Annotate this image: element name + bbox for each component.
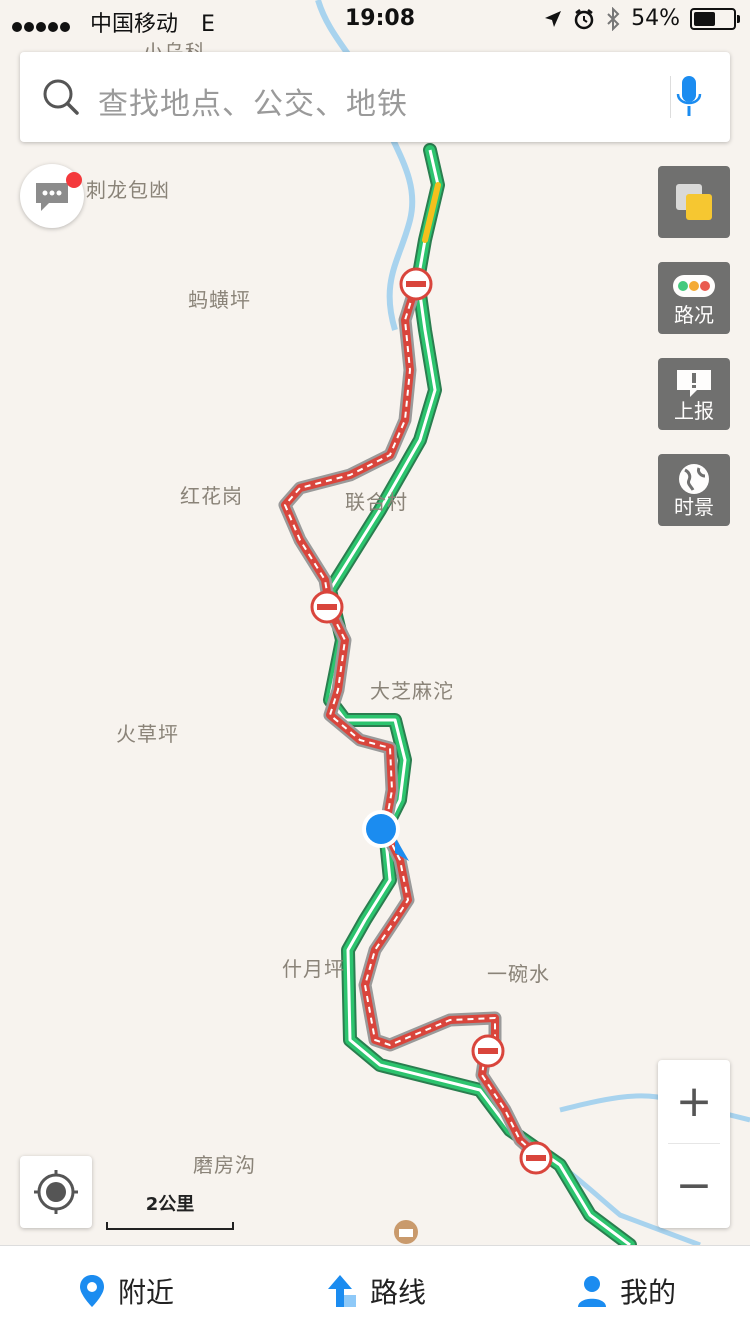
layers-button[interactable] (658, 166, 730, 238)
poi-icon (394, 1220, 418, 1244)
closure-marker (519, 1141, 553, 1175)
signal-icon (12, 13, 72, 38)
battery-icon (690, 7, 740, 30)
carrier-name: 中国移动 (90, 12, 179, 37)
location-arrow-icon (545, 10, 562, 27)
scale-bar (106, 1222, 234, 1230)
timeview-button[interactable]: 时景 (658, 454, 730, 526)
closure-marker (471, 1034, 505, 1068)
place-label: 磨房沟 (193, 1153, 256, 1177)
map-pin-icon (80, 1274, 104, 1307)
zoom-control: + − (658, 1060, 730, 1228)
tab-mine[interactable]: 我的 (576, 1246, 676, 1335)
map-view[interactable]: 小乌科 刺龙包凼 蚂蟥坪 红花岗 联合村 大芝麻沱 火草坪 什月坪 一碗水 磨房… (0, 0, 750, 1245)
report-icon (677, 370, 711, 397)
tab-nearby[interactable]: 附近 (78, 1246, 174, 1335)
zoom-in-button[interactable]: + (658, 1060, 730, 1144)
message-button[interactable] (20, 164, 84, 228)
locate-button[interactable] (20, 1156, 92, 1228)
bluetooth-icon (607, 6, 620, 31)
search-bar[interactable]: 查找地点、公交、地铁 (20, 52, 730, 142)
layers-icon (676, 184, 712, 220)
status-bar: 中国移动 E 19:08 54% (0, 0, 750, 40)
tab-mine-label: 我的 (620, 1275, 677, 1309)
place-label: 火草坪 (116, 722, 179, 746)
user-icon (578, 1275, 606, 1307)
place-label: 红花岗 (180, 484, 243, 508)
closure-marker (399, 267, 433, 301)
place-label: 刺龙包凼 (86, 178, 170, 202)
network-type: E (201, 12, 215, 37)
map-scale: 2公里 (106, 1190, 234, 1230)
report-label: 上报 (674, 399, 714, 423)
tab-nearby-label: 附近 (118, 1275, 175, 1309)
search-input[interactable]: 查找地点、公交、地铁 (98, 79, 408, 123)
status-time: 19:08 (345, 6, 416, 31)
alarm-icon (574, 8, 594, 29)
route-arrow-icon (328, 1274, 356, 1307)
traffic-button[interactable]: 路况 (658, 262, 730, 334)
bottom-tab-bar: 附近 路线 我的 (0, 1245, 750, 1335)
crosshair-icon (34, 1170, 78, 1214)
closed-road (278, 275, 547, 1165)
scale-label: 2公里 (145, 1194, 195, 1215)
notification-dot (66, 172, 82, 188)
closure-marker (310, 590, 344, 624)
traffic-label: 路况 (674, 303, 714, 327)
report-button[interactable]: 上报 (658, 358, 730, 430)
place-label: 什月坪 (282, 957, 345, 981)
search-icon (43, 79, 79, 115)
place-label: 一碗水 (487, 962, 550, 986)
tab-route[interactable]: 路线 (326, 1246, 426, 1335)
place-label: 联合村 (345, 490, 408, 514)
chat-bubble-icon (36, 183, 68, 211)
microphone-icon[interactable] (676, 74, 702, 120)
battery-percent: 54% (631, 6, 680, 31)
traffic-light-icon (673, 275, 715, 297)
place-label: 大芝麻沱 (370, 679, 454, 703)
river (315, 0, 416, 331)
zoom-out-button[interactable]: − (658, 1144, 730, 1228)
search-divider (670, 76, 671, 118)
tab-route-label: 路线 (370, 1275, 427, 1309)
place-label: 蚂蟥坪 (188, 288, 251, 312)
timeview-label: 时景 (674, 495, 714, 519)
